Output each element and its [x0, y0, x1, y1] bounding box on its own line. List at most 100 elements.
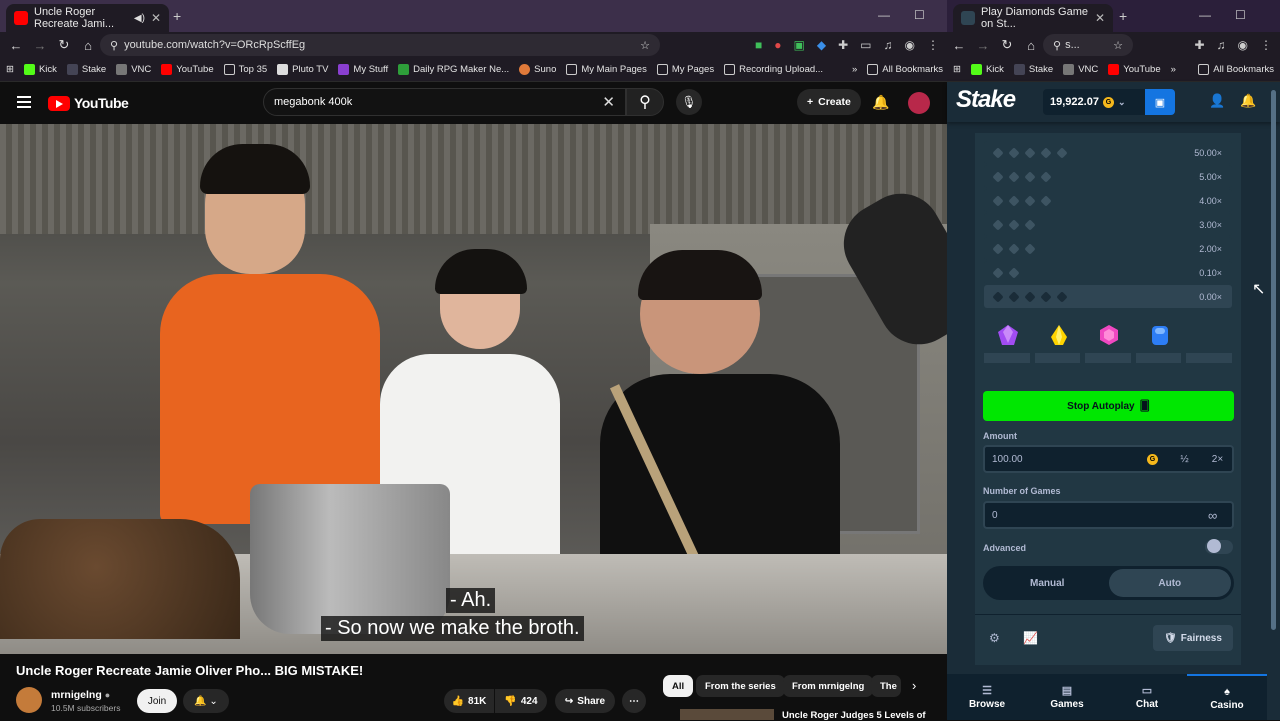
avatar[interactable]: [908, 92, 930, 114]
amount-input[interactable]: 100.00 G ½ 2×: [983, 445, 1234, 473]
tab-stake[interactable]: Play Diamonds Game on St... ✕: [953, 4, 1113, 32]
share-button[interactable]: ↪ Share: [555, 689, 615, 713]
manual-mode-button[interactable]: Manual: [986, 569, 1109, 597]
profile-icon[interactable]: ◉: [1238, 38, 1248, 52]
extension-record-icon[interactable]: ●: [774, 38, 781, 52]
menu-kebab-icon[interactable]: ⋮: [1260, 38, 1272, 52]
site-info-icon[interactable]: ⚲: [110, 39, 118, 52]
extensions-puzzle-icon[interactable]: ✚: [838, 38, 848, 52]
tab-youtube[interactable]: Uncle Roger Recreate Jami... ◀) ✕: [6, 4, 169, 32]
bookmark-stake[interactable]: Stake: [66, 64, 106, 75]
apps-grid-icon[interactable]: ⊞: [953, 64, 961, 75]
search-button[interactable]: ⚲: [626, 88, 664, 116]
double-bet-button[interactable]: 2×: [1201, 447, 1234, 471]
scrollbar[interactable]: [1271, 90, 1276, 630]
menu-hamburger-icon[interactable]: [17, 96, 31, 108]
home-button[interactable]: ⌂: [1019, 38, 1043, 53]
wallet-button[interactable]: ▣: [1145, 89, 1175, 115]
close-tab-icon[interactable]: ✕: [1095, 11, 1105, 25]
bookmark-recording[interactable]: Recording Upload...: [724, 64, 823, 75]
maximize-button[interactable]: ☐: [914, 8, 925, 22]
bookmarks-overflow-button[interactable]: »: [1171, 64, 1176, 75]
user-icon[interactable]: 👤: [1209, 93, 1225, 109]
menu-kebab-icon[interactable]: ⋮: [927, 38, 939, 52]
notifications-bell-icon[interactable]: 🔔: [1240, 93, 1256, 109]
chip-all[interactable]: All: [663, 675, 694, 697]
dislike-button[interactable]: 👎 424: [495, 689, 547, 713]
minimize-button[interactable]: —: [1199, 8, 1211, 22]
bookmark-kick[interactable]: Kick: [970, 64, 1004, 75]
create-button[interactable]: + Create: [797, 89, 861, 115]
nav-games[interactable]: ▤ Games: [1027, 674, 1107, 720]
half-bet-button[interactable]: ½: [1168, 447, 1201, 471]
bookmark-top35[interactable]: Top 35: [223, 64, 267, 75]
bookmark-star-icon[interactable]: ☆: [640, 39, 650, 52]
nav-chat[interactable]: ▭ Chat: [1107, 674, 1187, 720]
media-icon[interactable]: ♫: [884, 38, 893, 52]
minimize-button[interactable]: —: [878, 8, 890, 22]
apps-grid-icon[interactable]: ⊞: [6, 64, 14, 75]
bookmark-star-icon[interactable]: ☆: [1113, 39, 1123, 52]
bookmarks-overflow-button[interactable]: »: [852, 64, 857, 75]
number-of-games-input[interactable]: 0 ∞: [983, 501, 1234, 529]
all-bookmarks[interactable]: All Bookmarks: [867, 64, 947, 75]
bookmark-pluto[interactable]: Pluto TV: [277, 64, 328, 75]
next-video-title[interactable]: Uncle Roger Judges 5 Levels of: [782, 710, 926, 721]
new-tab-button[interactable]: +: [173, 8, 181, 24]
bookmark-youtube[interactable]: YouTube: [161, 64, 214, 75]
advanced-toggle[interactable]: [1205, 540, 1233, 554]
infinity-icon[interactable]: ∞: [1208, 508, 1217, 523]
bookmark-stake[interactable]: Stake: [1013, 64, 1053, 75]
close-tab-icon[interactable]: ✕: [151, 11, 161, 25]
search-input[interactable]: megabonk 400k ✕: [263, 88, 626, 116]
subscribe-bell-button[interactable]: 🔔 ⌄: [183, 689, 229, 713]
video-player[interactable]: - Ah. - So now we make the broth.: [0, 124, 947, 654]
media-icon[interactable]: ♫: [1217, 38, 1226, 52]
extensions-puzzle-icon[interactable]: ✚: [1194, 38, 1204, 52]
extension-blue-icon[interactable]: ◆: [817, 38, 826, 52]
nav-browse[interactable]: ☰ Browse: [947, 674, 1027, 720]
bookmark-suno[interactable]: Suno: [519, 64, 556, 75]
home-button[interactable]: ⌂: [76, 38, 100, 53]
bookmark-mystuff[interactable]: My Stuff: [338, 64, 388, 75]
url-field[interactable]: ⚲ s... ☆: [1043, 34, 1133, 56]
reload-button[interactable]: ↻: [52, 37, 76, 53]
balance-display[interactable]: 19,922.07 G ⌄: [1043, 89, 1145, 115]
youtube-logo[interactable]: YouTube: [48, 95, 129, 111]
bookmark-vnc[interactable]: VNC: [116, 64, 151, 75]
like-button[interactable]: 👍 81K: [444, 689, 494, 713]
fairness-button[interactable]: 🛡 Fairness: [1153, 625, 1233, 651]
chip-the[interactable]: The: [871, 675, 901, 697]
stop-autoplay-button[interactable]: Stop Autoplay 🂠: [983, 391, 1234, 421]
next-video-thumbnail[interactable]: [680, 709, 774, 720]
settings-gear-icon[interactable]: ⚙: [989, 631, 1000, 645]
extension-green-icon[interactable]: ■: [755, 38, 762, 52]
sidepanel-icon[interactable]: ▭: [860, 38, 871, 52]
site-info-icon[interactable]: ⚲: [1053, 39, 1061, 52]
all-bookmarks[interactable]: All Bookmarks: [1198, 64, 1280, 75]
back-button[interactable]: ←: [4, 38, 28, 53]
maximize-button[interactable]: ☐: [1235, 8, 1246, 22]
bookmark-mymainpages[interactable]: My Main Pages: [566, 64, 647, 75]
bookmark-kick[interactable]: Kick: [23, 64, 57, 75]
bookmark-rpgmaker[interactable]: Daily RPG Maker Ne...: [398, 64, 509, 75]
chip-from-series[interactable]: From the series: [696, 675, 785, 697]
bookmark-vnc[interactable]: VNC: [1063, 64, 1098, 75]
bookmark-mypages[interactable]: My Pages: [656, 64, 714, 75]
profile-icon[interactable]: ◉: [905, 38, 915, 52]
forward-button[interactable]: →: [971, 38, 995, 53]
back-button[interactable]: ←: [947, 38, 971, 53]
url-field[interactable]: ⚲ youtube.com/watch?v=ORcRpScffEg ☆: [100, 34, 660, 56]
stake-logo[interactable]: Stake: [956, 86, 1016, 114]
notifications-bell-icon[interactable]: 🔔: [872, 94, 889, 111]
chevron-right-icon[interactable]: ›: [912, 678, 916, 693]
reload-button[interactable]: ↻: [995, 37, 1019, 53]
bookmark-youtube[interactable]: YouTube: [1108, 64, 1161, 75]
more-actions-button[interactable]: ⋯: [622, 689, 646, 713]
clear-search-icon[interactable]: ✕: [602, 93, 615, 111]
stats-chart-icon[interactable]: 📈: [1023, 631, 1038, 645]
extension-capture-icon[interactable]: ▣: [794, 38, 805, 52]
nav-casino[interactable]: ♠ Casino: [1187, 674, 1267, 720]
chip-from-channel[interactable]: From mrnigelng: [783, 675, 874, 697]
channel-name[interactable]: mrnigelng ●: [51, 689, 110, 701]
